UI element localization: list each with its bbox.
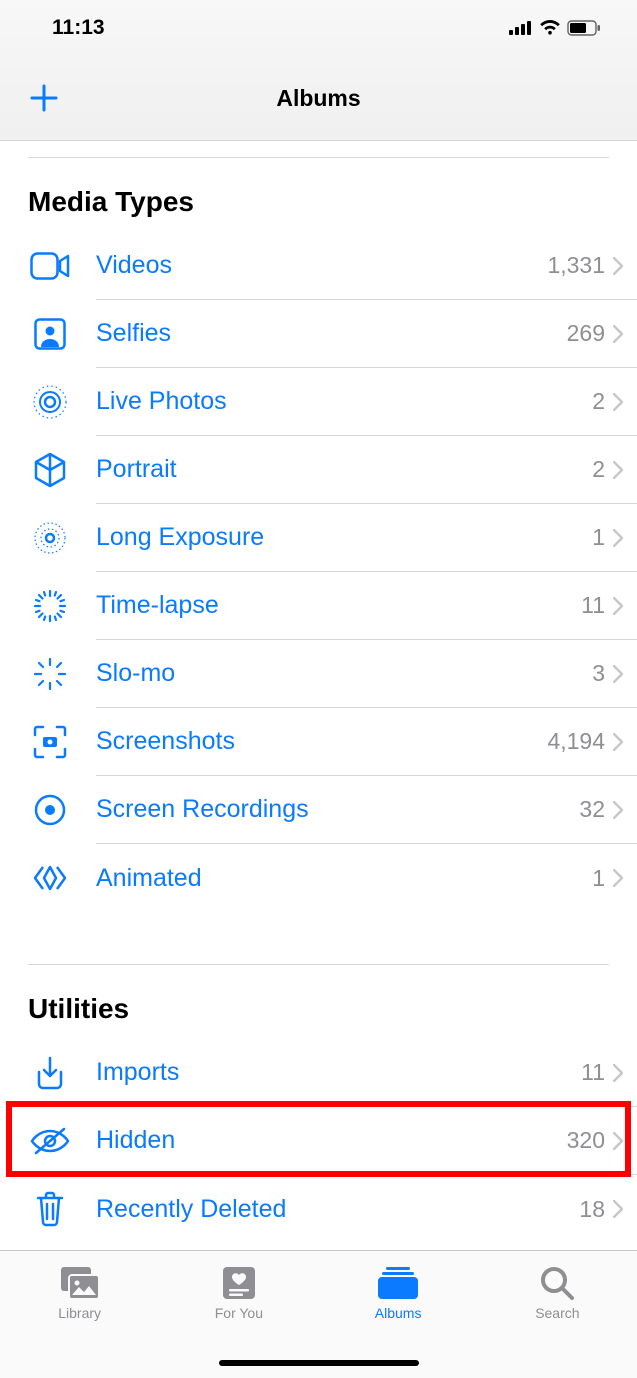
foryou-icon [221, 1265, 257, 1301]
chevron-right-icon [613, 393, 623, 411]
chevron-right-icon [613, 529, 623, 547]
section-title-media-types: Media Types [0, 158, 637, 232]
home-indicator[interactable] [219, 1360, 419, 1366]
navigation-bar: Albums [0, 56, 637, 141]
row-label: Screen Recordings [96, 795, 579, 824]
row-count: 269 [567, 320, 605, 347]
wifi-icon [539, 20, 561, 36]
library-icon [59, 1265, 101, 1301]
timelapse-icon [33, 589, 67, 623]
video-icon [30, 252, 70, 280]
eye-slash-icon [30, 1127, 70, 1155]
chevron-right-icon [613, 1200, 623, 1218]
row-count: 2 [592, 456, 605, 483]
tab-label: Albums [375, 1305, 422, 1321]
row-label: Selfies [96, 319, 567, 348]
search-icon [539, 1265, 575, 1301]
status-time: 11:13 [52, 16, 105, 40]
status-icons [509, 20, 601, 36]
row-count: 32 [579, 796, 605, 823]
screenshot-icon [33, 725, 67, 759]
record-icon [33, 793, 67, 827]
row-count: 4,194 [547, 728, 605, 755]
row-label: Time-lapse [96, 591, 581, 620]
tab-label: For You [215, 1305, 263, 1321]
add-button[interactable] [24, 78, 64, 118]
tab-label: Library [58, 1305, 101, 1321]
chevron-right-icon [613, 801, 623, 819]
row-count: 2 [592, 388, 605, 415]
row-animated[interactable]: Animated1 [0, 844, 637, 912]
row-screen-recordings[interactable]: Screen Recordings32 [0, 776, 637, 844]
slomo-icon [33, 657, 67, 691]
row-selfies[interactable]: Selfies269 [0, 300, 637, 368]
live-photo-icon [32, 384, 68, 420]
tab-library[interactable]: Library [0, 1251, 159, 1378]
row-imports[interactable]: Imports11 [0, 1039, 637, 1107]
cellular-icon [509, 21, 533, 35]
row-screenshots[interactable]: Screenshots4,194 [0, 708, 637, 776]
row-slomo[interactable]: Slo-mo3 [0, 640, 637, 708]
row-label: Screenshots [96, 727, 547, 756]
import-icon [35, 1056, 65, 1090]
tab-albums[interactable]: Albums [319, 1251, 478, 1378]
trash-icon [35, 1191, 65, 1227]
cube-icon [33, 452, 67, 488]
battery-icon [567, 20, 601, 36]
row-label: Videos [96, 251, 547, 280]
row-label: Recently Deleted [96, 1195, 579, 1224]
tab-bar: Library For You Albums Search [0, 1250, 637, 1378]
row-count: 3 [592, 660, 605, 687]
row-count: 11 [581, 592, 605, 619]
row-count: 1,331 [547, 252, 605, 279]
selfie-icon [34, 318, 66, 350]
chevron-right-icon [613, 1132, 623, 1150]
page-title: Albums [276, 85, 360, 112]
long-exposure-icon [32, 520, 68, 556]
tab-for-you[interactable]: For You [159, 1251, 318, 1378]
row-label: Animated [96, 864, 592, 893]
row-count: 11 [581, 1059, 605, 1086]
chevron-right-icon [613, 461, 623, 479]
row-label: Live Photos [96, 387, 592, 416]
chevron-right-icon [613, 733, 623, 751]
tab-label: Search [535, 1305, 579, 1321]
tab-search[interactable]: Search [478, 1251, 637, 1378]
chevron-right-icon [613, 665, 623, 683]
row-count: 1 [592, 524, 605, 551]
row-recently-deleted[interactable]: Recently Deleted18 [0, 1175, 637, 1243]
row-timelapse[interactable]: Time-lapse11 [0, 572, 637, 640]
row-portrait[interactable]: Portrait2 [0, 436, 637, 504]
chevron-right-icon [613, 1064, 623, 1082]
plus-icon [28, 82, 60, 114]
status-bar: 11:13 [0, 0, 637, 56]
row-long-exposure[interactable]: Long Exposure1 [0, 504, 637, 572]
chevron-right-icon [613, 257, 623, 275]
row-hidden[interactable]: Hidden320 [0, 1107, 637, 1175]
section-title-utilities: Utilities [0, 965, 637, 1039]
row-count: 1 [592, 865, 605, 892]
row-videos[interactable]: Videos1,331 [0, 232, 637, 300]
row-label: Long Exposure [96, 523, 592, 552]
row-count: 320 [567, 1127, 605, 1154]
animated-icon [31, 863, 69, 893]
row-count: 18 [579, 1196, 605, 1223]
row-label: Hidden [96, 1126, 567, 1155]
albums-icon [376, 1265, 420, 1301]
row-label: Portrait [96, 455, 592, 484]
row-live-photos[interactable]: Live Photos2 [0, 368, 637, 436]
chevron-right-icon [613, 597, 623, 615]
chevron-right-icon [613, 869, 623, 887]
row-label: Slo-mo [96, 659, 592, 688]
row-label: Imports [96, 1058, 581, 1087]
chevron-right-icon [613, 325, 623, 343]
